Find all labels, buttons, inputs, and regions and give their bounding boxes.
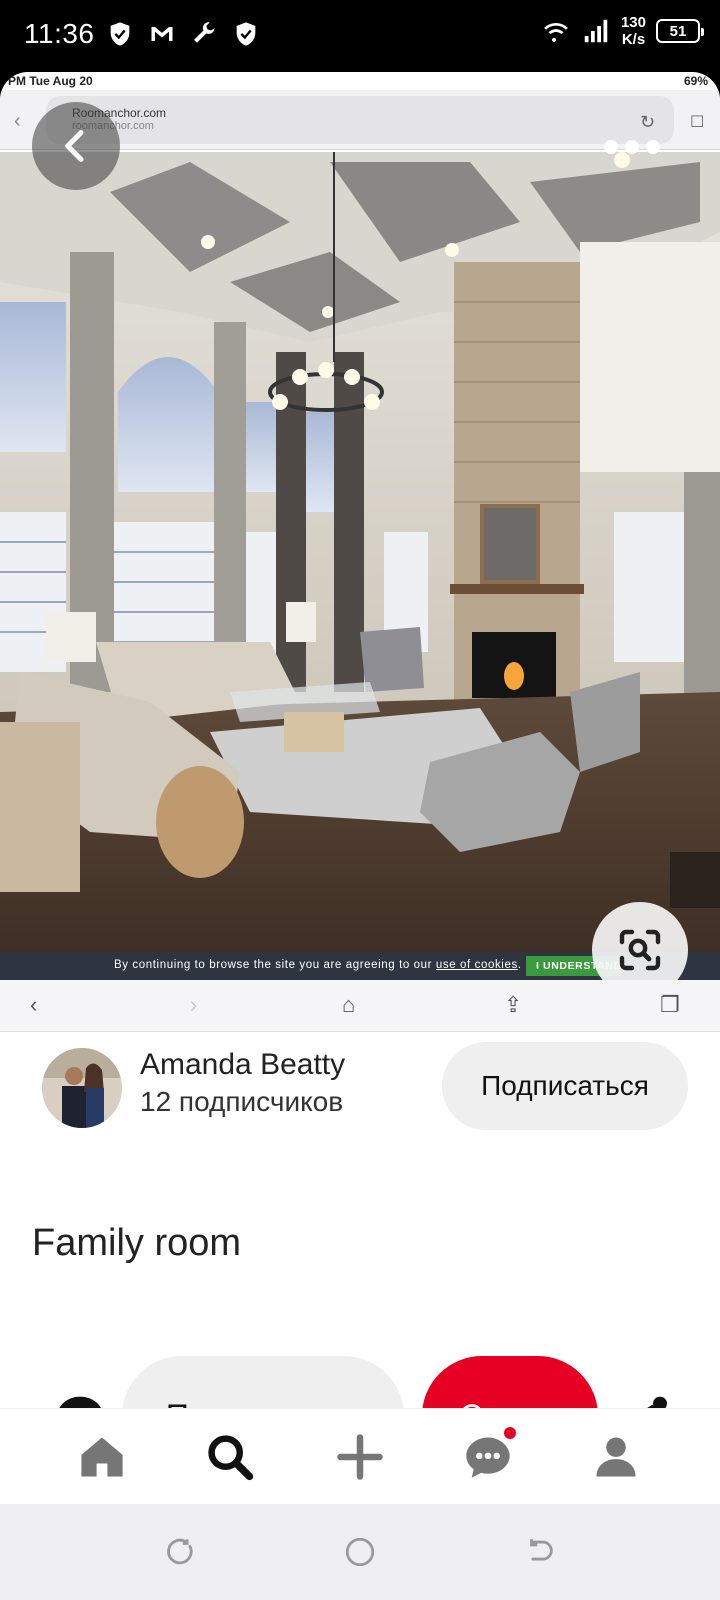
chevron-left-icon: ‹ — [30, 992, 38, 1017]
follow-button[interactable]: Подписаться — [442, 1042, 688, 1130]
pin-image[interactable]: PM Tue Aug 20 69% ‹ Roomanchor.com rooma… — [0, 72, 720, 980]
notification-dot — [504, 1427, 516, 1439]
reload-icon: ↻ — [640, 112, 656, 132]
chat-icon — [466, 1437, 510, 1478]
network-speed: 130 K/s — [620, 14, 646, 48]
home-button[interactable] — [340, 1532, 380, 1572]
chevron-right-icon: › — [190, 992, 198, 1017]
search-icon — [208, 1435, 254, 1481]
lens-search-icon — [619, 929, 661, 971]
chevron-left-icon: ‹ — [14, 110, 21, 132]
view-button[interactable]: Просмотреть — [122, 1356, 404, 1408]
circle-icon — [345, 1537, 375, 1567]
tab-home[interactable] — [72, 1427, 132, 1487]
more-options-button[interactable] — [600, 132, 664, 162]
avatar[interactable] — [42, 1048, 122, 1128]
status-bar: 11:36 130 K/s 51 — [0, 0, 720, 72]
chevron-left-icon — [65, 130, 84, 162]
tabs-icon: ❐ — [660, 992, 680, 1017]
recents-button[interactable] — [160, 1532, 200, 1572]
back-nav-button[interactable] — [520, 1532, 560, 1572]
gmail-icon — [151, 27, 173, 41]
clock: 11:36 — [24, 18, 95, 49]
wifi-icon — [544, 22, 568, 42]
living-room-photo — [0, 152, 720, 980]
recents-icon — [167, 1538, 193, 1565]
creator-row: Amanda Beatty 12 подписчиков Подписаться — [0, 1040, 720, 1144]
tab-messages[interactable] — [458, 1427, 518, 1487]
bookmark-icon: ☐ — [690, 114, 705, 131]
tab-search[interactable] — [200, 1427, 260, 1487]
avatar-photo — [42, 1048, 122, 1128]
shield-icon — [110, 22, 130, 46]
dot-icon — [646, 140, 660, 154]
inner-url-field: Roomanchor.com roomanchor.com — [46, 96, 674, 144]
dot-icon — [604, 140, 618, 154]
battery-icon: 51 — [656, 19, 704, 43]
share-button[interactable] — [618, 1392, 674, 1408]
share-icon — [647, 1396, 667, 1408]
system-navigation-bar — [0, 1504, 720, 1600]
bottom-tab-bar — [0, 1408, 720, 1504]
comment-icon — [59, 1396, 101, 1408]
action-row: Просмотреть Сохр... — [0, 1356, 720, 1408]
inner-status-bar: PM Tue Aug 20 69% — [8, 74, 708, 88]
plus-icon — [337, 1434, 383, 1480]
shield-check-icon — [236, 22, 256, 46]
back-button[interactable] — [32, 102, 120, 190]
profile-icon — [596, 1437, 636, 1477]
home-icon — [81, 1437, 123, 1477]
creator-name[interactable]: Amanda Beatty — [140, 1048, 345, 1082]
inner-browser-toolbar: ‹ › ⌂ ⇪ ❐ — [0, 980, 720, 1032]
tab-create[interactable] — [330, 1427, 390, 1487]
pin-detail-sheet: PM Tue Aug 20 69% ‹ Roomanchor.com rooma… — [0, 72, 720, 1408]
pin-title: Family room — [32, 1222, 242, 1264]
home-icon: ⌂ — [342, 992, 356, 1017]
dot-icon — [625, 140, 639, 154]
back-arrow-icon — [530, 1539, 553, 1561]
share-icon: ⇪ — [504, 992, 523, 1017]
save-button[interactable]: Сохр... — [422, 1356, 598, 1408]
tab-profile[interactable] — [586, 1427, 646, 1487]
signal-icon — [584, 19, 608, 43]
follower-count: 12 подписчиков — [140, 1086, 344, 1117]
wrench-icon — [194, 22, 215, 43]
notification-icons — [106, 20, 260, 48]
comment-button[interactable] — [52, 1392, 108, 1408]
